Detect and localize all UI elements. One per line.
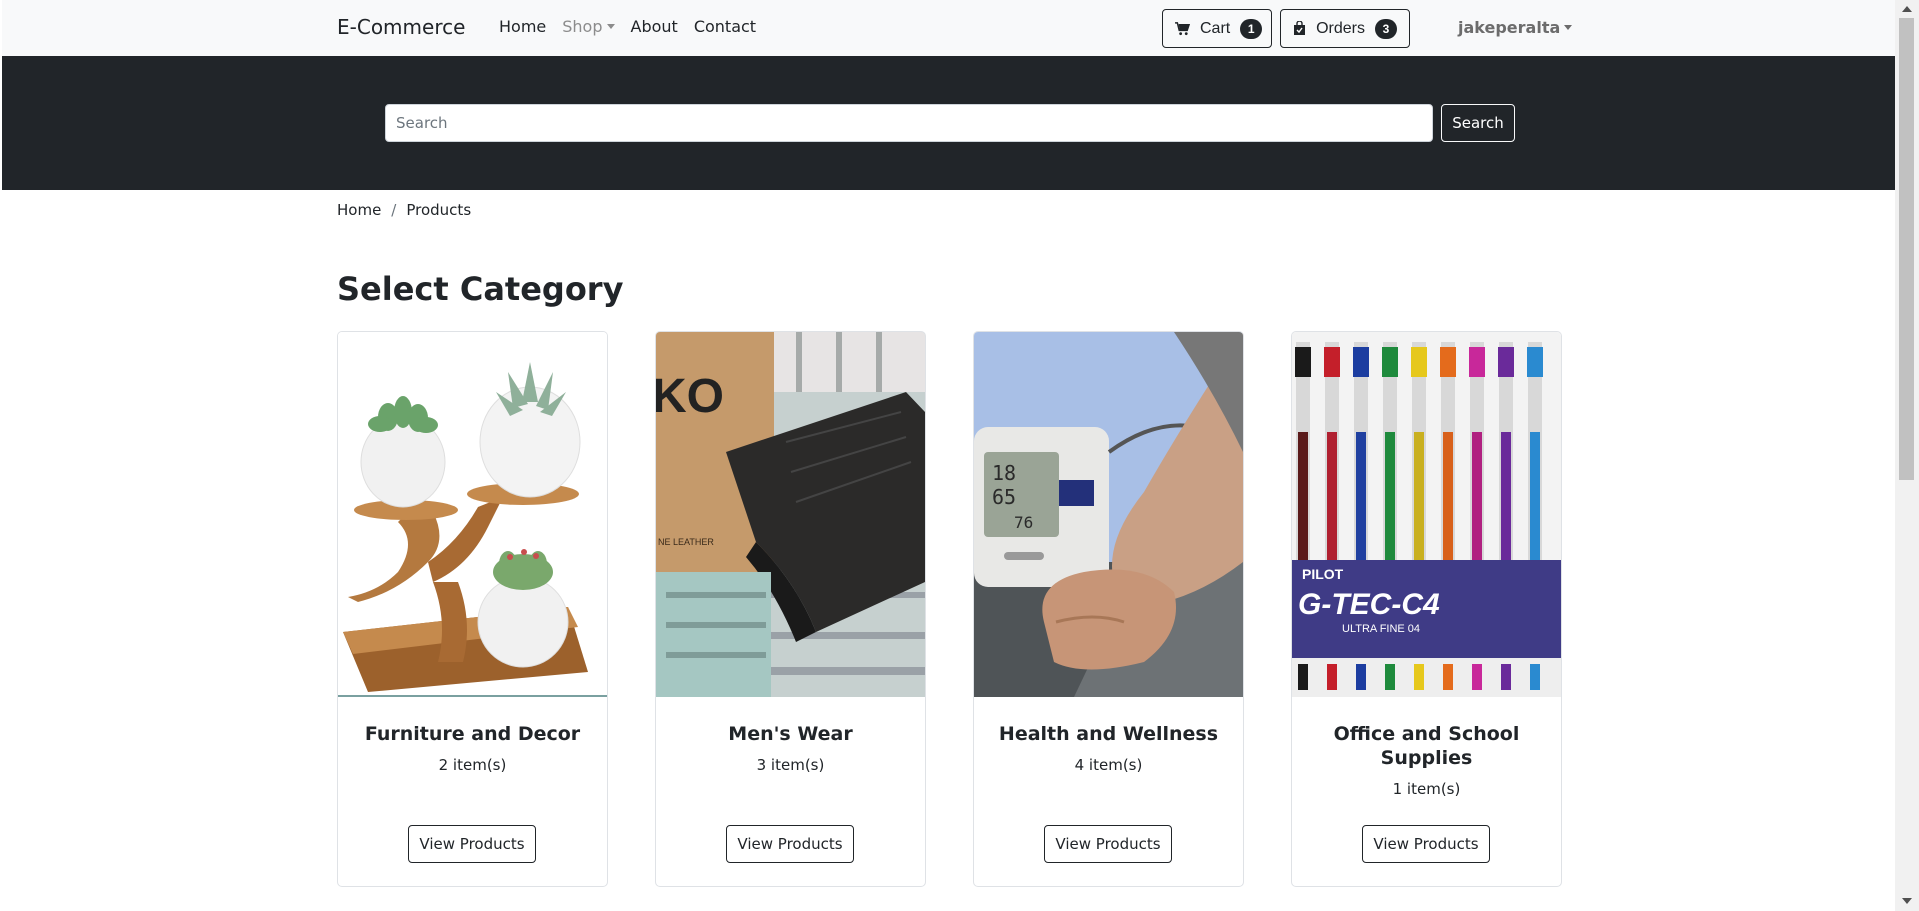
orders-button[interactable]: Orders 3 [1280,9,1410,48]
category-image-health: 18 65 76 [974,332,1243,697]
nav-shop-dropdown[interactable]: Shop [562,17,615,36]
scroll-up-icon[interactable] [1902,6,1912,12]
vertical-scrollbar[interactable] [1895,0,1919,911]
category-image-office: PILOT G-TEC-C4 ULTRA FINE 04 [1292,332,1561,697]
category-count: 1 item(s) [1392,780,1461,798]
cart-icon [1175,21,1190,37]
nav-shop-label: Shop [562,17,603,36]
nav-contact[interactable]: Contact [694,17,756,36]
orders-label: Orders [1316,19,1365,37]
brand-logo[interactable]: E-Commerce [337,15,465,39]
navbar: E-Commerce Home Shop About Contact Cart … [2,0,1895,56]
orders-count-badge: 3 [1375,18,1397,39]
category-count: 4 item(s) [1074,756,1143,774]
category-count: 3 item(s) [756,756,825,774]
pen-brand-text: PILOT [1302,566,1344,582]
breadcrumb-home[interactable]: Home [337,201,381,219]
view-products-button[interactable]: View Products [408,825,536,863]
pen-sub-text: ULTRA FINE 04 [1342,623,1420,635]
search-hero: Search [2,56,1895,190]
category-title: Office and School Supplies [1333,723,1520,769]
category-image-furniture [338,332,607,697]
category-card-health: 18 65 76 Health and Wellness 4 item(s) V… [973,331,1244,887]
category-title: Furniture and Decor [364,723,581,745]
page: E-Commerce Home Shop About Contact Cart … [2,0,1895,911]
nav-home[interactable]: Home [499,17,546,36]
svg-text:NE LEATHER: NE LEATHER [658,537,714,547]
cart-count-badge: 1 [1240,18,1263,39]
category-image-mens-wear: KO NE LEATHER [656,332,925,697]
cart-button[interactable]: Cart 1 [1162,9,1272,48]
view-products-button[interactable]: View Products [1362,825,1490,863]
username: jakeperalta [1458,18,1561,37]
category-card-furniture: Furniture and Decor 2 item(s) View Produ… [337,331,608,887]
nav-links: Home Shop About Contact [499,17,772,36]
breadcrumb-separator: / [391,201,397,219]
breadcrumb-current: Products [406,201,472,219]
category-count: 2 item(s) [438,756,507,774]
category-card-mens-wear: KO NE LEATHER Men's Wear 3 item(s) View … [655,331,926,887]
search-button[interactable]: Search [1441,104,1515,142]
page-title: Select Category [337,270,624,308]
bag-check-icon [1293,21,1306,37]
category-title: Health and Wellness [998,723,1219,745]
search-input[interactable] [385,104,1433,142]
chevron-down-icon [1564,25,1573,30]
cart-label: Cart [1200,19,1231,37]
scroll-thumb[interactable] [1899,18,1914,480]
category-title: Men's Wear [728,723,853,745]
svg-text:KO: KO [656,370,724,423]
view-products-button[interactable]: View Products [726,825,854,863]
category-card-office: PILOT G-TEC-C4 ULTRA FINE 04 Office and … [1291,331,1562,887]
svg-text:76: 76 [1014,513,1033,532]
chevron-down-icon [606,24,615,29]
view-products-button[interactable]: View Products [1044,825,1172,863]
user-menu-dropdown[interactable]: jakeperalta [1458,18,1573,37]
nav-about[interactable]: About [631,17,678,36]
breadcrumb: Home / Products [337,201,471,219]
scroll-down-icon[interactable] [1902,898,1912,904]
svg-text:18: 18 [992,461,1016,485]
pen-model-text: G-TEC-C4 [1298,588,1440,621]
svg-text:65: 65 [992,485,1016,509]
